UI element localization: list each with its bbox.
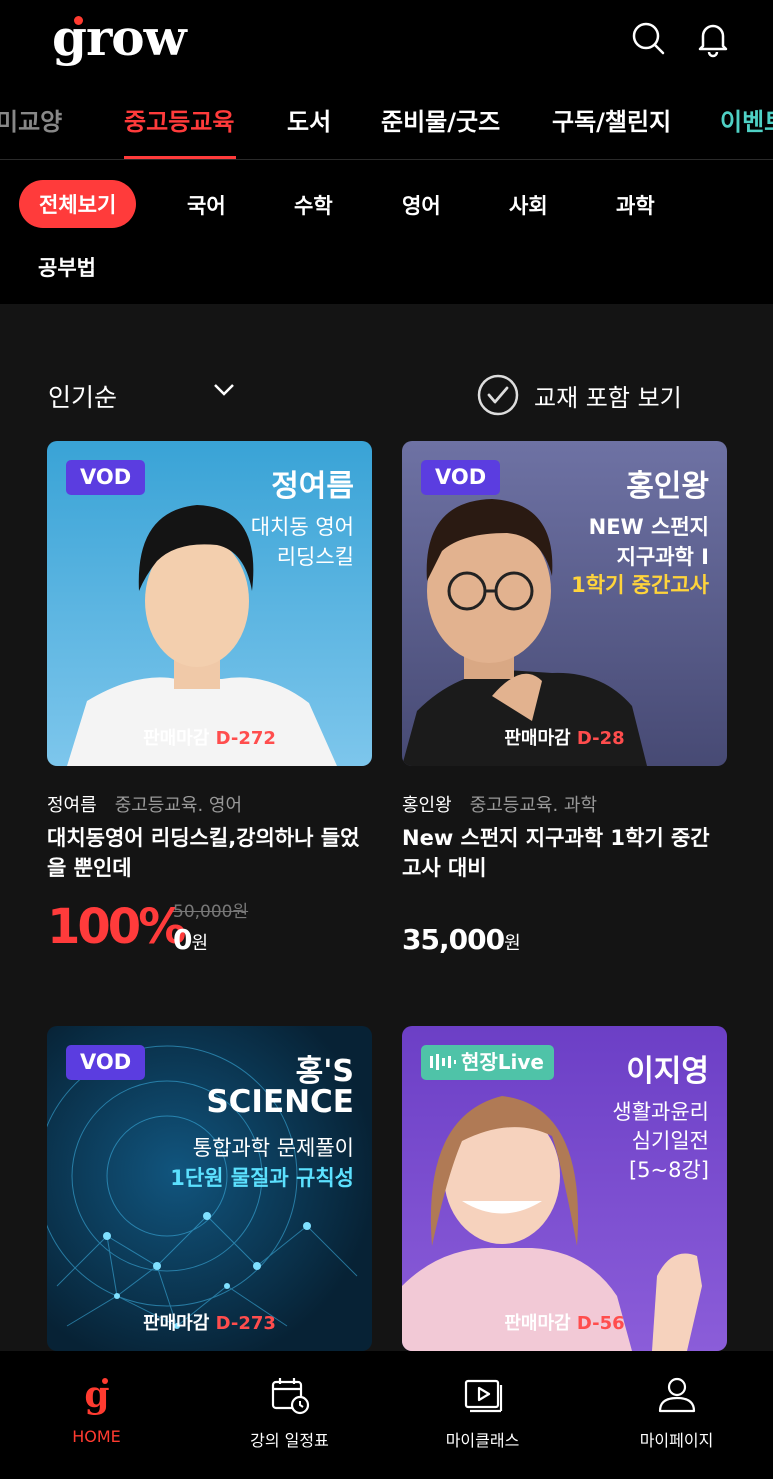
product-card[interactable]: VOD 홍인왕 NEW 스펀지 지구과학 I 1학기 중간고사 판매마감 D-2… — [402, 441, 727, 961]
product-thumbnail[interactable]: VOD 홍'S SCIENCE 통합과학 문제풀이 1단원 물질과 규칙성 판매… — [47, 1026, 372, 1351]
vod-badge: VOD — [66, 460, 146, 495]
product-meta: 정여름 중고등교육. 영어 — [47, 791, 242, 817]
deadline-value: D-273 — [215, 1313, 276, 1334]
tab-books[interactable]: 도서 — [287, 102, 331, 137]
bottom-navigation: g HOME 강의 일정표 마이클래스 마이페이지 — [0, 1351, 773, 1479]
product-category: 중고등교육. 과학 — [469, 795, 598, 816]
nav-label: 마이페이지 — [639, 1431, 714, 1450]
deadline-label: 판매마감 — [143, 1313, 210, 1334]
product-thumbnail[interactable]: 현장Live 이지영 생활과윤리 심기일전 [5~8강] 판매마감 D-56 — [402, 1026, 727, 1351]
product-list: 인기순 교재 포함 보기 VOD 정여름 대치동 영어 리딩스킬 판매마감 D-… — [0, 304, 773, 1351]
badge-label: 현장Live — [461, 1050, 545, 1074]
instructor-name: 홍인왕 — [402, 795, 452, 816]
product-title[interactable]: 대치동영어 리딩스킬,강의하나 들었을 뿐인데 — [47, 823, 367, 883]
thumb-line: 생활과윤리 — [612, 1100, 709, 1124]
product-card[interactable]: VOD 정여름 대치동 영어 리딩스킬 판매마감 D-272 정여름중고등교육.… — [47, 441, 372, 961]
tab-event[interactable]: 이벤트 — [720, 102, 773, 137]
logo-dot — [74, 16, 83, 25]
deadline-value: D-56 — [576, 1313, 625, 1334]
user-icon — [658, 1377, 696, 1413]
nav-label: 마이클래스 — [445, 1431, 520, 1450]
product-thumbnail[interactable]: VOD 정여름 대치동 영어 리딩스킬 판매마감 D-272 — [47, 441, 372, 766]
thumb-line: 1단원 물질과 규칙성 — [170, 1166, 354, 1190]
chip-study-method[interactable]: 공부법 — [38, 252, 96, 282]
live-wave-icon — [430, 1054, 456, 1070]
thumb-line: 통합과학 문제풀이 — [192, 1136, 354, 1160]
bell-icon[interactable] — [693, 18, 733, 58]
sale-deadline: 판매마감 D-28 — [402, 724, 727, 750]
search-icon[interactable] — [628, 18, 668, 58]
grow-logo[interactable]: grow — [52, 8, 187, 67]
tab-secondary-education[interactable]: 중고등교육 — [124, 102, 234, 137]
nav-label: HOME — [72, 1427, 121, 1446]
thumb-line: 지구과학 I — [616, 545, 709, 569]
subject-chips: 전체보기 국어 수학 영어 사회 과학 공부법 — [0, 161, 773, 304]
chevron-down-icon[interactable] — [212, 382, 236, 398]
thumb-line: 심기일전 — [631, 1129, 709, 1153]
deadline-label: 판매마감 — [143, 728, 210, 749]
product-meta: 홍인왕 중고등교육. 과학 — [402, 791, 597, 817]
sale-price: 0원 — [173, 923, 208, 956]
chip-science[interactable]: 과학 — [616, 190, 655, 220]
check-circle-icon[interactable] — [477, 374, 519, 416]
discount-rate: 100% — [47, 899, 186, 955]
nav-myclass[interactable]: 마이클래스 — [386, 1351, 579, 1479]
price-value: 35,000 — [402, 923, 505, 956]
deadline-label: 판매마감 — [504, 728, 571, 749]
live-badge: 현장Live — [421, 1045, 555, 1080]
product-category: 중고등교육. 영어 — [114, 795, 243, 816]
deadline-value: D-272 — [215, 728, 276, 749]
thumb-line: 1학기 중간고사 — [571, 573, 709, 597]
thumb-instructor-name: 이지영 — [626, 1054, 709, 1089]
nav-mypage[interactable]: 마이페이지 — [580, 1351, 773, 1479]
price-currency: 원 — [191, 933, 208, 954]
sort-dropdown[interactable]: 인기순 — [48, 378, 117, 414]
logo-text: grow — [52, 8, 187, 67]
deadline-label: 판매마감 — [504, 1313, 571, 1334]
home-g-icon: g — [84, 1374, 109, 1416]
thumb-line: [5~8강] — [628, 1158, 709, 1182]
nav-home[interactable]: g HOME — [0, 1351, 193, 1479]
chip-korean[interactable]: 국어 — [187, 190, 226, 220]
thumb-instructor-name: 정여름 — [271, 469, 354, 504]
category-tabs: 미교양 중고등교육 도서 준비물/굿즈 구독/챌린지 이벤트 — [0, 80, 773, 160]
product-card[interactable]: VOD 홍'S SCIENCE 통합과학 문제풀이 1단원 물질과 규칙성 판매… — [47, 1026, 372, 1351]
vod-badge: VOD — [66, 1045, 146, 1080]
app-header: grow — [0, 0, 773, 80]
thumb-instructor-name: 홍인왕 — [626, 469, 709, 504]
thumb-line: SCIENCE — [206, 1084, 354, 1120]
calendar-clock-icon — [271, 1378, 310, 1415]
instructor-name: 정여름 — [47, 795, 97, 816]
chip-all[interactable]: 전체보기 — [19, 180, 137, 228]
original-price: 50,000원 — [173, 902, 249, 922]
active-tab-indicator — [124, 156, 236, 159]
play-box-icon — [464, 1379, 503, 1413]
include-textbook-toggle[interactable]: 교재 포함 보기 — [534, 378, 682, 413]
deadline-value: D-28 — [576, 728, 625, 749]
product-card[interactable]: 현장Live 이지영 생활과윤리 심기일전 [5~8강] 판매마감 D-56 — [402, 1026, 727, 1351]
sale-deadline: 판매마감 D-273 — [47, 1309, 372, 1335]
chip-math[interactable]: 수학 — [294, 190, 333, 220]
sale-deadline: 판매마감 D-272 — [47, 724, 372, 750]
price-currency: 원 — [504, 933, 521, 954]
vod-badge: VOD — [421, 460, 501, 495]
thumb-line: 리딩스킬 — [276, 545, 354, 569]
sale-price: 35,000원 — [402, 923, 521, 956]
price-value: 0 — [173, 923, 193, 956]
thumb-line: NEW 스펀지 — [588, 515, 709, 539]
chip-english[interactable]: 영어 — [402, 190, 441, 220]
chip-social[interactable]: 사회 — [509, 190, 548, 220]
nav-schedule[interactable]: 강의 일정표 — [193, 1351, 386, 1479]
tab-goods[interactable]: 준비물/굿즈 — [381, 102, 500, 137]
nav-label: 강의 일정표 — [250, 1431, 329, 1450]
thumb-line: 대치동 영어 — [250, 515, 354, 539]
product-thumbnail[interactable]: VOD 홍인왕 NEW 스펀지 지구과학 I 1학기 중간고사 판매마감 D-2… — [402, 441, 727, 766]
product-title[interactable]: New 스펀지 지구과학 1학기 중간고사 대비 — [402, 823, 722, 883]
tab-culture[interactable]: 미교양 — [0, 102, 62, 137]
tab-subscription[interactable]: 구독/챌린지 — [552, 102, 671, 137]
sale-deadline: 판매마감 D-56 — [402, 1309, 727, 1335]
